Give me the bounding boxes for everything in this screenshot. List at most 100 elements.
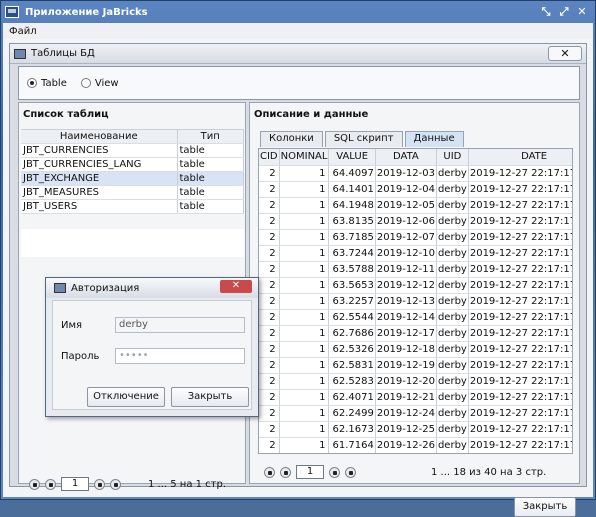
data-row[interactable]: 2 1 62.5831 2019-12-19 derby 2019-12-27 22:17… [259, 357, 572, 374]
data-cell: derby [436, 245, 469, 262]
column-header-nominal[interactable]: NOMINAL [279, 149, 330, 166]
table-list-row[interactable]: JBT_CURRENCIES table [21, 143, 244, 158]
first-page-icon[interactable] [264, 466, 275, 478]
data-row[interactable]: 2 1 62.5544 2019-12-14 derby 2019-12-27 22:17… [259, 309, 572, 326]
tab-columns[interactable]: Колонки [260, 131, 323, 147]
data-cell: 2 [259, 245, 280, 262]
data-cell: 2019-12-27 22:17:17.000 [468, 373, 572, 390]
data-row[interactable]: 2 1 61.7164 2019-12-26 derby 2019-12-27 22:17… [259, 437, 572, 453]
data-cell: 2019-12-27 22:17:17.000 [468, 389, 572, 406]
last-page-icon[interactable] [110, 478, 121, 490]
column-header-value[interactable]: VALUE [328, 149, 376, 166]
data-cell: 1 [279, 309, 330, 326]
last-page-icon[interactable] [345, 466, 356, 478]
data-cell: 63.8135 [328, 213, 376, 230]
table-list-row[interactable]: JBT_MEASURES table [21, 185, 244, 200]
column-header-name[interactable]: Наименование [21, 129, 178, 144]
data-cell: 2 [259, 309, 280, 326]
data-cell: 2019-12-27 22:17:17.000 [468, 293, 572, 310]
data-cell: 2019-12-27 22:17:17.000 [468, 437, 572, 453]
next-page-icon[interactable] [329, 466, 340, 478]
data-cell: 2019-12-27 22:17:17.000 [468, 213, 572, 230]
disconnect-button[interactable]: Отключение [87, 387, 165, 407]
page-input[interactable]: 1 [61, 477, 89, 491]
tables-window-close-icon[interactable]: ✕ [548, 46, 582, 61]
table-list-row[interactable]: JBT_CURRENCIES_LANG table [21, 157, 244, 172]
first-page-icon[interactable] [29, 478, 40, 490]
data-row[interactable]: 2 1 63.5653 2019-12-12 derby 2019-12-27 22:17… [259, 277, 572, 294]
data-row[interactable]: 2 1 63.7244 2019-12-10 derby 2019-12-27 22:17… [259, 245, 572, 262]
column-header-data[interactable]: DATA [375, 149, 437, 166]
data-cell: derby [436, 325, 469, 342]
close-icon[interactable]: ✕ [575, 5, 589, 19]
data-cell: 1 [279, 213, 330, 230]
name-field[interactable]: derby [115, 317, 245, 333]
view-radio[interactable]: View [80, 77, 119, 89]
view-radio-label: View [94, 77, 119, 89]
data-row[interactable]: 2 1 63.8135 2019-12-06 derby 2019-12-27 22:17… [259, 213, 572, 230]
data-row[interactable]: 2 1 62.4071 2019-12-21 derby 2019-12-27 22:17… [259, 389, 572, 406]
data-row[interactable]: 2 1 64.4097 2019-12-03 derby 2019-12-27 22:17… [259, 165, 572, 182]
close-icon[interactable]: ✕ [220, 280, 252, 293]
tab-data[interactable]: Данные [404, 131, 464, 147]
data-page-input[interactable]: 1 [296, 465, 324, 479]
data-row[interactable]: 2 1 63.2257 2019-12-13 derby 2019-12-27 22:17… [259, 293, 572, 310]
column-header-uid[interactable]: UID [436, 149, 469, 166]
column-header-type[interactable]: Тип [177, 129, 244, 144]
data-cell: 1 [279, 261, 330, 278]
minimize-icon[interactable]: ⤡ [539, 5, 553, 19]
data-row[interactable]: 2 1 62.2499 2019-12-24 derby 2019-12-27 22:17… [259, 405, 572, 422]
table-list-row[interactable]: JBT_USERS table [21, 199, 244, 214]
name-row: Имя derby [61, 317, 245, 333]
data-cell: 2019-12-27 22:17:17.000 [468, 261, 572, 278]
data-cell: 2019-12-27 22:17:17.000 [468, 325, 572, 342]
app-title-bar: Приложение JaBricks ⤡ ⤢ ✕ [5, 3, 591, 21]
data-cell: 2019-12-27 22:17:17.000 [468, 357, 572, 374]
data-cell: 2 [259, 357, 280, 374]
table-list-title: Список таблиц [23, 109, 109, 120]
data-row[interactable]: 2 1 62.5326 2019-12-18 derby 2019-12-27 22:17… [259, 341, 572, 358]
dialog-close-button[interactable]: Закрыть [171, 387, 249, 407]
password-field[interactable]: ••••• [115, 348, 245, 364]
data-row[interactable]: 2 1 64.1401 2019-12-04 derby 2019-12-27 22:17… [259, 181, 572, 198]
data-cell: 1 [279, 165, 330, 182]
data-grid: CID NOMINAL VALUE DATA UID DATE 2 1 64.409… [259, 149, 572, 453]
column-header-cid[interactable]: CID [259, 149, 280, 166]
data-row[interactable]: 2 1 62.1673 2019-12-25 derby 2019-12-27 22:17… [259, 421, 572, 438]
data-cell: 1 [279, 437, 330, 453]
data-pagination: 1 1 ... 18 из 40 на 3 стр. [264, 465, 546, 479]
auth-dialog: Авторизация ✕ Имя derby Пароль ••••• Отк… [45, 277, 259, 417]
close-button[interactable]: Закрыть [514, 497, 576, 517]
data-cell: 2 [259, 293, 280, 310]
data-cell: 63.7244 [328, 245, 376, 262]
prev-page-icon[interactable] [45, 478, 56, 490]
table-name-cell: JBT_CURRENCIES_LANG [21, 157, 178, 172]
column-header-date[interactable]: DATE [468, 149, 572, 166]
prev-page-icon[interactable] [280, 466, 291, 478]
tab-sql-script[interactable]: SQL скрипт [324, 131, 403, 147]
app-icon [5, 6, 19, 18]
data-cell: derby [436, 197, 469, 214]
data-cell: 2 [259, 229, 280, 246]
data-cell: 2019-12-12 [375, 277, 437, 294]
maximize-icon[interactable]: ⤢ [557, 5, 571, 19]
data-cell: derby [436, 293, 469, 310]
data-row[interactable]: 2 1 64.1948 2019-12-05 derby 2019-12-27 22:17… [259, 197, 572, 214]
table-radio[interactable]: Table [27, 78, 67, 89]
next-page-icon[interactable] [94, 478, 105, 490]
data-cell: 2019-12-24 [375, 405, 437, 422]
data-row[interactable]: 2 1 63.5788 2019-12-11 derby 2019-12-27 22:17… [259, 261, 572, 278]
data-cell: 63.5788 [328, 261, 376, 278]
table-list-row[interactable]: JBT_EXCHANGE table [21, 171, 244, 186]
table-list-pagination: 1 1 ... 5 на 1 стр. [29, 477, 226, 491]
data-cell: 62.7686 [328, 325, 376, 342]
data-cell: 2 [259, 261, 280, 278]
menu-file[interactable]: Файл [9, 26, 37, 37]
table-name-cell: JBT_MEASURES [21, 185, 178, 200]
table-name-cell: JBT_EXCHANGE [21, 171, 178, 186]
data-row[interactable]: 2 1 62.5283 2019-12-20 derby 2019-12-27 22:17… [259, 373, 572, 390]
data-cell: derby [436, 405, 469, 422]
data-row[interactable]: 2 1 63.7185 2019-12-07 derby 2019-12-27 22:17… [259, 229, 572, 246]
data-row[interactable]: 2 1 62.7686 2019-12-17 derby 2019-12-27 22:17… [259, 325, 572, 342]
data-cell: derby [436, 389, 469, 406]
